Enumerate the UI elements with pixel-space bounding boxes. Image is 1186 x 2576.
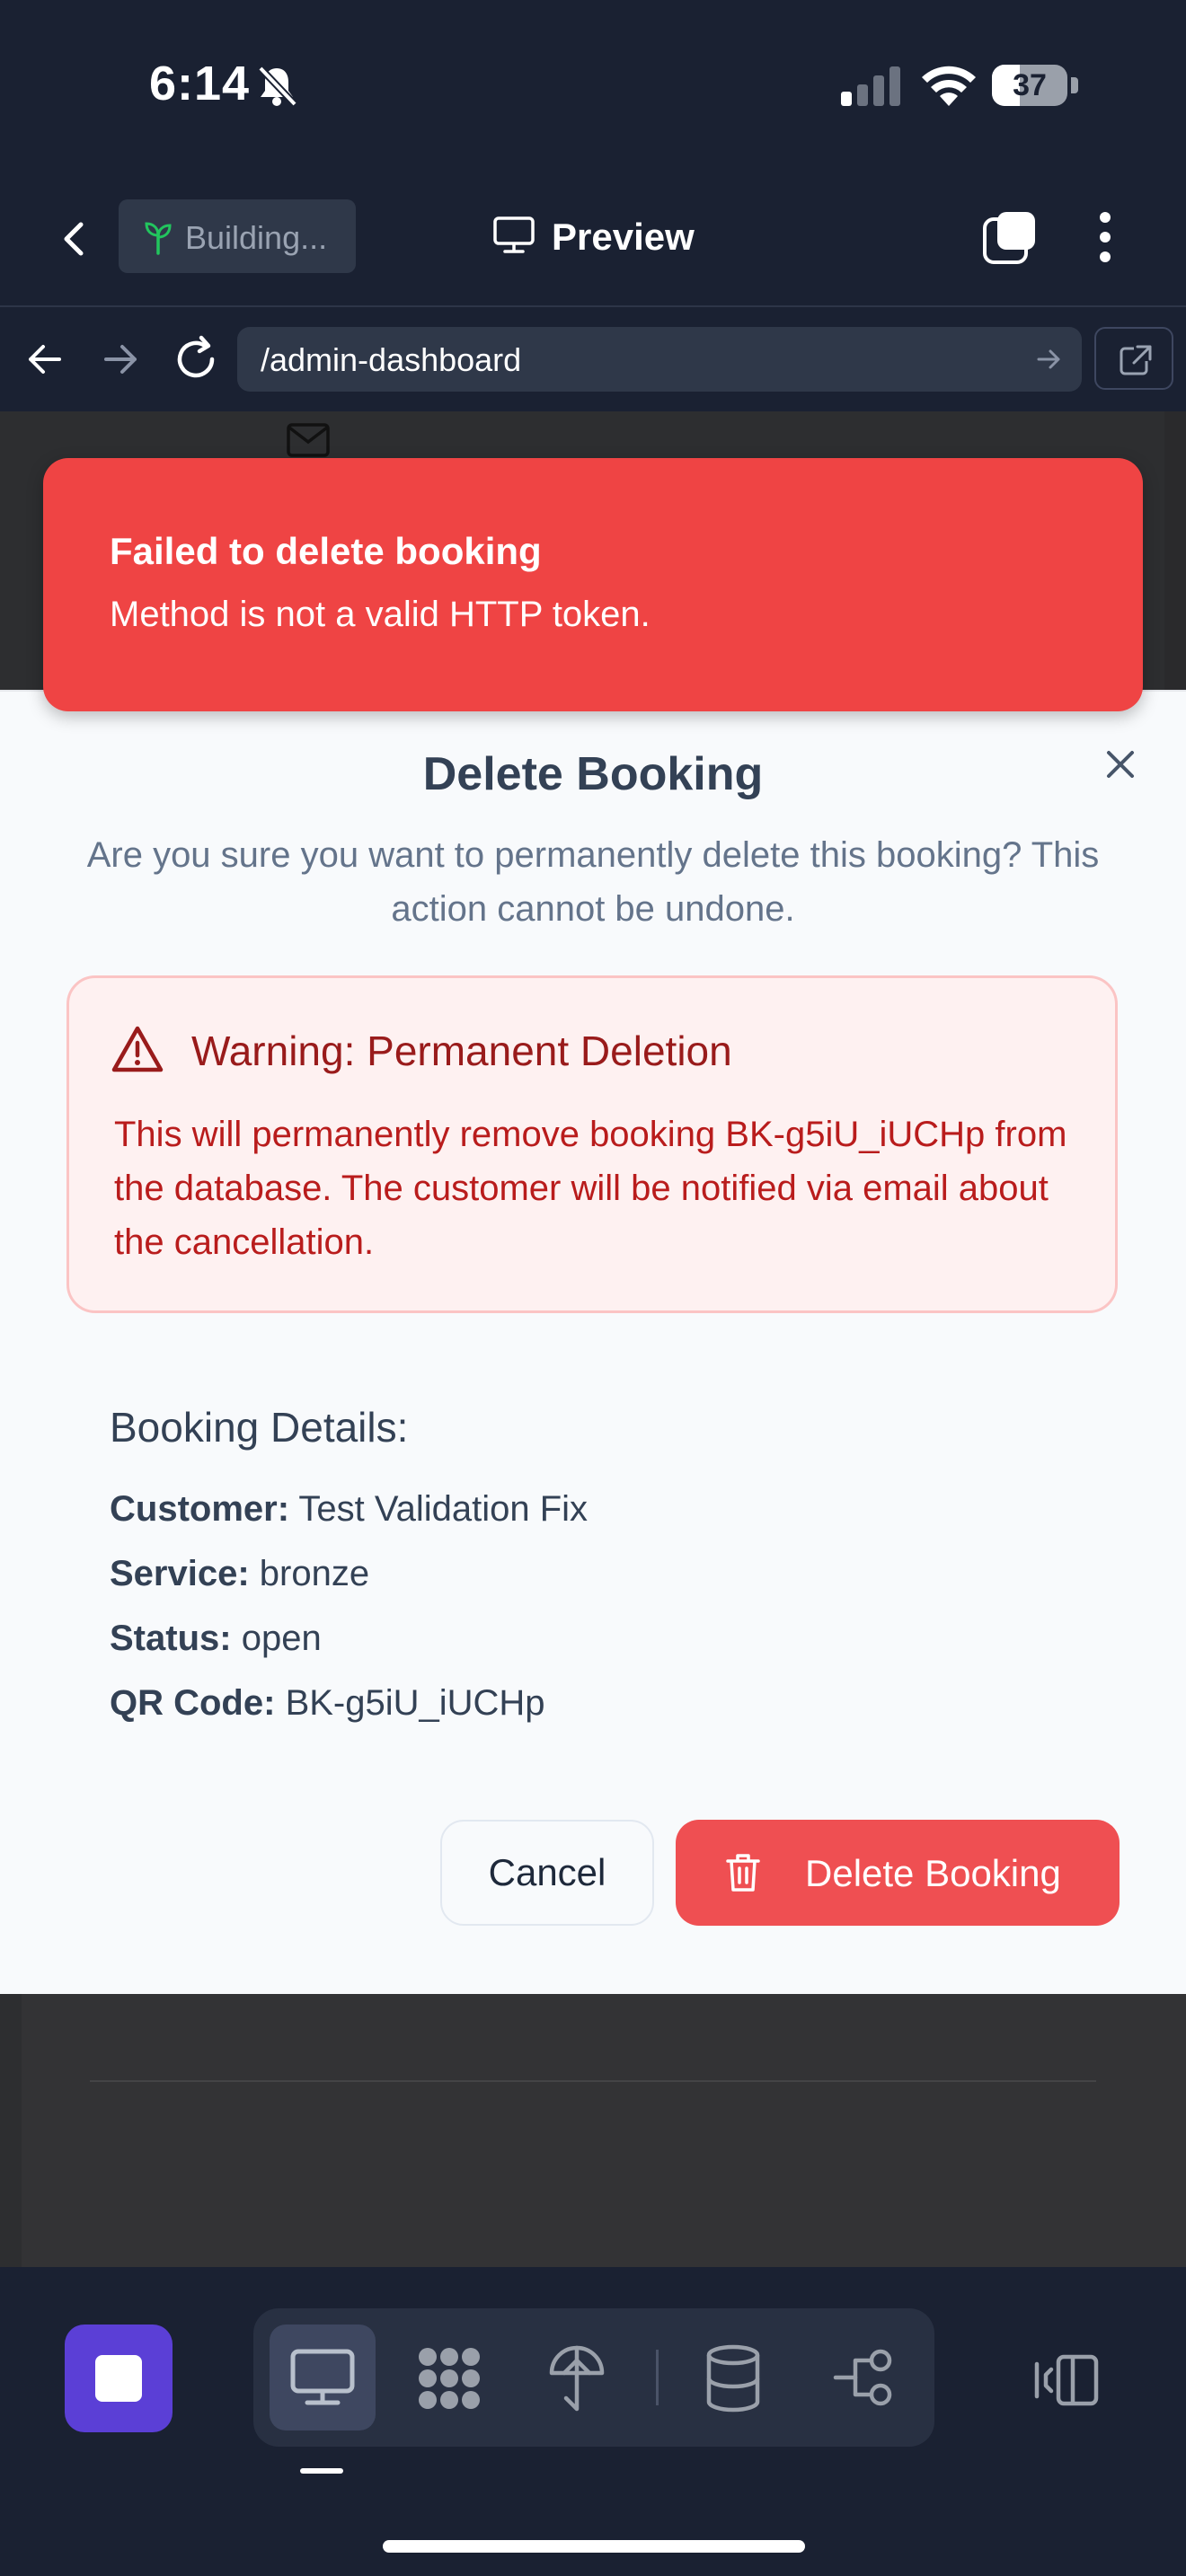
monitor-icon: [493, 216, 535, 253]
wifi-icon: [922, 66, 976, 106]
build-status-pill[interactable]: Building...: [119, 199, 356, 273]
detail-row-status: Status: open: [110, 1619, 322, 1659]
tabs-icon[interactable]: [981, 208, 1039, 266]
browser-bar: /admin-dashboard: [0, 307, 1186, 411]
warning-triangle-icon: [111, 1026, 164, 1072]
dialog-title: Delete Booking: [422, 748, 764, 800]
detail-label: QR Code:: [110, 1683, 276, 1723]
stop-icon: [95, 2355, 142, 2402]
toast-message: Method is not a valid HTTP token.: [110, 595, 651, 634]
detail-value: BK-g5iU_iUCHp: [285, 1683, 545, 1723]
sprout-icon: [145, 222, 172, 255]
battery-percentage: 37: [1013, 68, 1047, 102]
arrow-right-icon[interactable]: [95, 334, 146, 384]
trash-icon: [726, 1854, 760, 1892]
cancel-button[interactable]: Cancel: [440, 1820, 654, 1926]
status-bar: 6:14 37: [0, 0, 1186, 171]
detail-value: Test Validation Fix: [298, 1489, 589, 1529]
go-arrow-icon[interactable]: [1035, 345, 1064, 374]
detail-row-service: Service: bronze: [110, 1554, 369, 1594]
battery-icon: 37: [992, 65, 1078, 108]
preview-tool-button[interactable]: [270, 2325, 376, 2430]
url-text: /admin-dashboard: [261, 341, 522, 378]
details-title: Booking Details:: [110, 1404, 409, 1451]
open-external-button[interactable]: [1094, 327, 1173, 390]
deploy-icon[interactable]: [548, 2342, 606, 2414]
delete-button-label: Delete Booking: [805, 1852, 1061, 1894]
database-icon[interactable]: [704, 2344, 762, 2413]
grid-icon[interactable]: [415, 2344, 483, 2413]
workflow-icon[interactable]: [832, 2348, 895, 2407]
preview-label: Preview: [552, 216, 695, 258]
arrow-left-icon[interactable]: [20, 334, 70, 384]
build-status-label: Building...: [185, 219, 328, 256]
signal-icon: [841, 66, 900, 106]
warning-title: Warning: Permanent Deletion: [191, 1028, 732, 1074]
delete-booking-dialog: Delete Booking Are you sure you want to …: [0, 690, 1186, 1994]
reload-icon[interactable]: [169, 332, 223, 386]
warning-text: This will permanently remove booking BK-…: [114, 1115, 1067, 1262]
dialog-description: Are you sure you want to permanently del…: [86, 835, 1100, 929]
toast-title: Failed to delete booking: [110, 530, 542, 572]
tool-separator: [656, 2350, 659, 2405]
detail-row-customer: Customer: Test Validation Fix: [110, 1489, 588, 1530]
home-indicator: [383, 2540, 805, 2553]
external-link-icon: [1120, 345, 1152, 375]
stop-button[interactable]: [65, 2325, 173, 2432]
bell-slash-icon: [258, 66, 297, 107]
panel-icon[interactable]: [1033, 2353, 1100, 2407]
active-tab-indicator: [300, 2468, 343, 2474]
detail-value: open: [241, 1619, 322, 1658]
mail-icon: [287, 423, 330, 457]
detail-value: bronze: [259, 1554, 370, 1593]
url-input[interactable]: /admin-dashboard: [237, 327, 1082, 392]
bottom-toolbar: [0, 2267, 1186, 2576]
detail-label: Customer:: [110, 1489, 290, 1529]
monitor-icon: [290, 2349, 355, 2405]
detail-row-qr-code: QR Code: BK-g5iU_iUCHp: [110, 1683, 545, 1724]
page-overlay-bottom: [22, 1992, 1186, 2267]
error-toast[interactable]: Failed to delete booking Method is not a…: [43, 458, 1143, 711]
delete-booking-button[interactable]: Delete Booking: [676, 1820, 1120, 1926]
page-overlay-edge: [1164, 411, 1186, 690]
detail-label: Status:: [110, 1619, 232, 1658]
detail-label: Service:: [110, 1554, 250, 1593]
clock: 6:14: [149, 57, 251, 110]
app-header: Building... Preview: [0, 171, 1186, 307]
back-chevron-icon[interactable]: [50, 214, 101, 264]
more-vertical-icon[interactable]: [1084, 208, 1127, 266]
warning-box: Warning: Permanent Deletion This will pe…: [66, 975, 1118, 1313]
tool-group: [253, 2308, 934, 2447]
divider: [90, 2080, 1096, 2082]
